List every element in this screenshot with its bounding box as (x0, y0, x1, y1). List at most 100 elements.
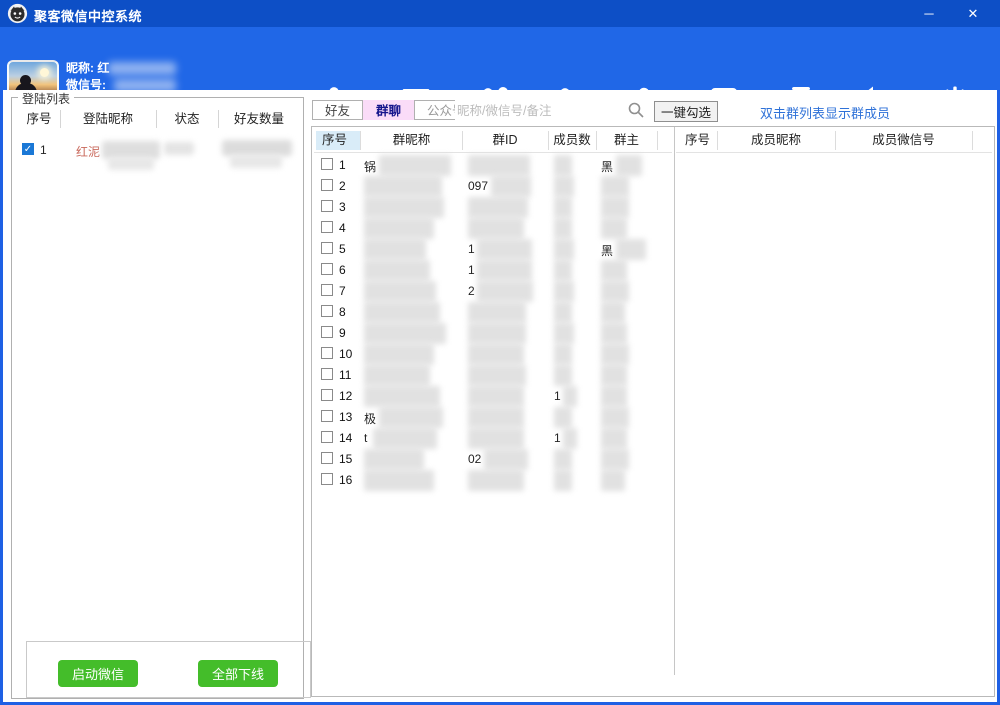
login-row-nickname: 红泥 (76, 143, 100, 160)
group-row-checkbox[interactable] (321, 158, 333, 170)
avatar-sun (40, 68, 49, 77)
redacted-cell (616, 239, 646, 260)
redacted-cell (601, 176, 629, 197)
redacted-cell (379, 155, 451, 176)
visible-fragment: 1 (468, 263, 475, 277)
search-icon[interactable] (628, 102, 644, 118)
redacted-cell (554, 260, 572, 281)
redacted-cell (379, 407, 443, 428)
group-column-header: 序号 (316, 131, 361, 150)
redacted-cell (554, 155, 572, 176)
redacted-cell (554, 449, 572, 470)
group-row-checkbox[interactable] (321, 452, 333, 464)
group-table-row[interactable]: 14 t1 (312, 428, 672, 449)
redacted-cell (601, 365, 627, 386)
group-row-checkbox[interactable] (321, 347, 333, 359)
tables-region: 序号群昵称群ID成员数群主 序号成员昵称成员微信号 1 锅黑 2 097 3 4… (311, 126, 995, 697)
visible-fragment: 02 (468, 452, 481, 466)
group-table-row[interactable]: 1 锅黑 (312, 155, 672, 176)
login-table-header: 序号登陆昵称状态好友数量 (12, 110, 303, 130)
visible-fragment: 1 (554, 431, 561, 445)
group-row-checkbox[interactable] (321, 431, 333, 443)
login-row-checkbox[interactable]: ✓ (22, 143, 34, 155)
login-list-legend: 登陆列表 (18, 90, 74, 107)
redacted-status (164, 142, 194, 155)
group-row-checkbox[interactable] (321, 200, 333, 212)
group-table-row[interactable]: 12 1 (312, 386, 672, 407)
member-column-header: 序号 (678, 131, 718, 150)
close-button[interactable]: ✕ (954, 0, 992, 27)
app-logo-icon (7, 3, 28, 24)
redacted-cell (601, 386, 627, 407)
group-row-checkbox[interactable] (321, 305, 333, 317)
group-table-row[interactable]: 2 097 (312, 176, 672, 197)
redacted-cell (364, 323, 446, 344)
group-row-number: 7 (339, 284, 346, 298)
group-table-row[interactable]: 5 1黑 (312, 239, 672, 260)
redacted-cell (468, 407, 524, 428)
visible-fragment: 黑 (601, 158, 613, 175)
group-table-row[interactable]: 9 (312, 323, 672, 344)
tab-好友[interactable]: 好友 (312, 100, 363, 120)
show-members-hint-link[interactable]: 双击群列表显示群成员 (760, 103, 890, 122)
redacted-cell (554, 323, 574, 344)
redacted-cell (364, 365, 430, 386)
login-column-header: 登陆昵称 (60, 110, 157, 128)
redacted-cell (601, 407, 629, 428)
redacted-cell (601, 344, 629, 365)
group-row-checkbox[interactable] (321, 473, 333, 485)
content-area: 登陆列表 序号登陆昵称状态好友数量 ✓ 1 红泥 启动微信 全部下线 好友群聊公… (0, 90, 1000, 705)
select-all-button[interactable]: 一键勾选 (654, 101, 718, 122)
all-offline-button[interactable]: 全部下线 (198, 660, 278, 687)
group-table-row[interactable]: 10 (312, 344, 672, 365)
group-row-checkbox[interactable] (321, 368, 333, 380)
member-column-header: 成员昵称 (717, 131, 836, 150)
redacted-cell (554, 407, 572, 428)
start-wechat-button[interactable]: 启动微信 (58, 660, 138, 687)
group-table-row[interactable]: 6 1 (312, 260, 672, 281)
group-table-row[interactable]: 7 2 (312, 281, 672, 302)
login-row[interactable]: ✓ 1 红泥 (12, 140, 303, 161)
group-row-number: 2 (339, 179, 346, 193)
group-table-row[interactable]: 8 (312, 302, 672, 323)
redacted-cell (616, 155, 642, 176)
group-row-checkbox[interactable] (321, 179, 333, 191)
redacted-cell (373, 428, 437, 449)
group-table-row[interactable]: 4 (312, 218, 672, 239)
visible-fragment: 097 (468, 179, 488, 193)
tab-群聊[interactable]: 群聊 (363, 100, 414, 120)
group-column-header: 群昵称 (361, 131, 463, 150)
group-row-number: 16 (339, 473, 352, 487)
group-table-row[interactable]: 3 (312, 197, 672, 218)
group-table-row[interactable]: 15 02 (312, 449, 672, 470)
group-table-row[interactable]: 16 (312, 470, 672, 491)
redacted-cell (364, 344, 434, 365)
redacted-cell (563, 428, 577, 449)
redacted-cell (477, 281, 533, 302)
redacted-cell (601, 302, 625, 323)
redacted-cell (468, 218, 524, 239)
redacted-cell (601, 197, 629, 218)
group-row-number: 9 (339, 326, 346, 340)
group-row-number: 8 (339, 305, 346, 319)
redacted-cell (468, 470, 524, 491)
minimize-button[interactable]: ─ (910, 0, 948, 27)
group-row-checkbox[interactable] (321, 326, 333, 338)
visible-fragment: 2 (468, 284, 475, 298)
redacted-cell (468, 428, 524, 449)
group-row-checkbox[interactable] (321, 242, 333, 254)
group-row-checkbox[interactable] (321, 410, 333, 422)
group-table-row[interactable]: 11 (312, 365, 672, 386)
login-column-header: 序号 (18, 110, 61, 128)
group-row-checkbox[interactable] (321, 263, 333, 275)
redacted-cell (468, 323, 526, 344)
group-table-row[interactable]: 13 极 (312, 407, 672, 428)
group-column-header: 群ID (462, 131, 549, 150)
redacted-cell (477, 239, 532, 260)
redacted-cell (364, 386, 440, 407)
group-row-checkbox[interactable] (321, 389, 333, 401)
search-input[interactable] (455, 100, 627, 122)
redacted-login-nickname-2 (108, 157, 154, 170)
group-row-checkbox[interactable] (321, 284, 333, 296)
group-row-checkbox[interactable] (321, 221, 333, 233)
